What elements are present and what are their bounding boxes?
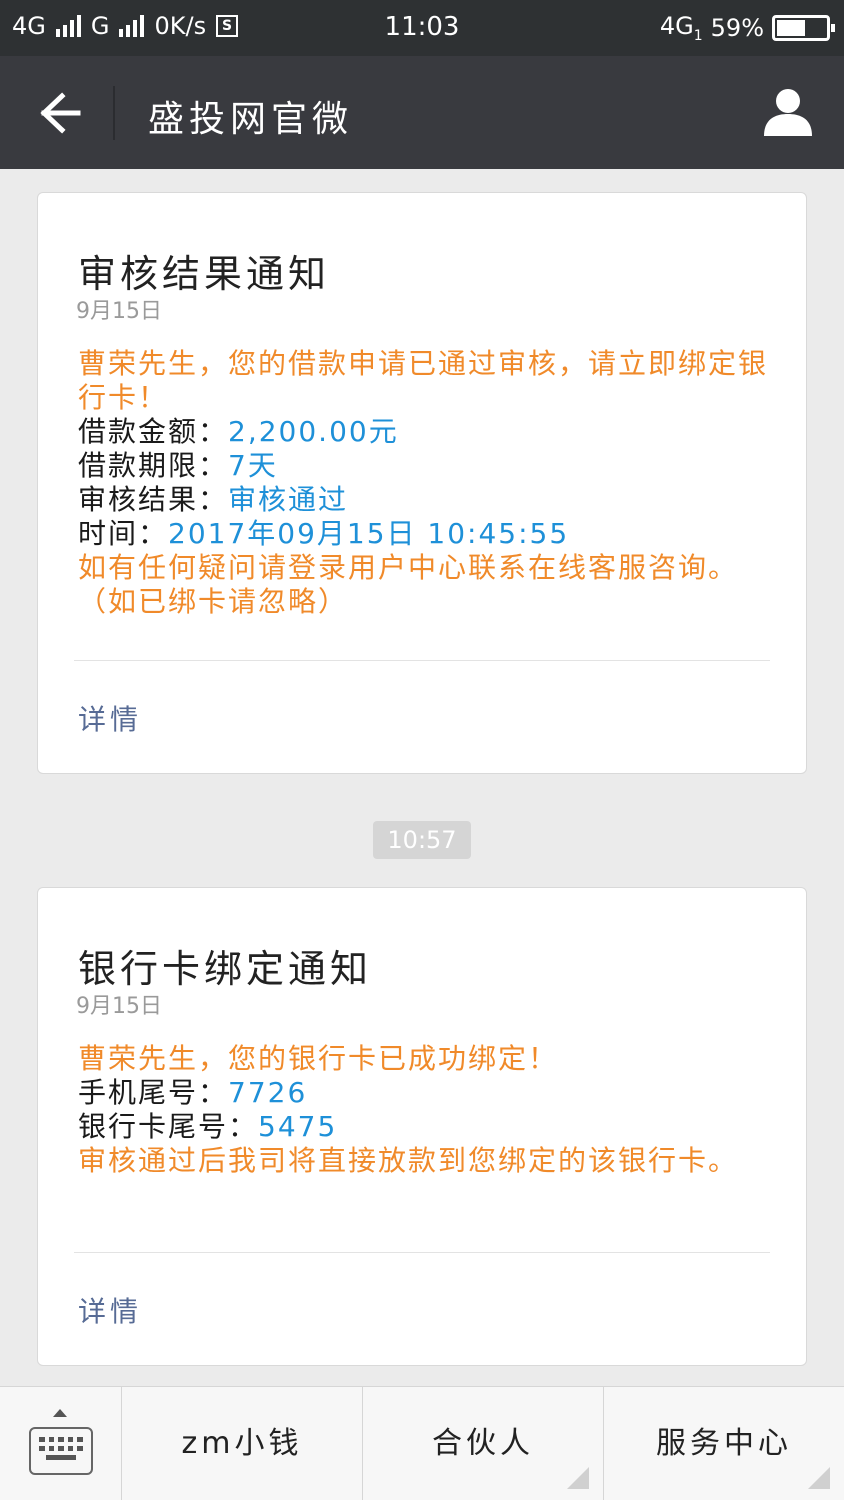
back-button[interactable] (26, 84, 90, 142)
keyboard-icon (29, 1427, 93, 1475)
menu-item-partner[interactable]: 合伙人 (362, 1387, 603, 1500)
field-label: 银行卡尾号： (78, 1110, 259, 1143)
profile-button[interactable] (762, 86, 814, 138)
card-body: 曹荣先生，您的银行卡已成功绑定！ 手机尾号：7726 银行卡尾号：5475 审核… (78, 1042, 770, 1178)
card-title: 银行卡绑定通知 (78, 947, 373, 991)
card-separator (74, 660, 770, 661)
field-row: 审核结果：审核通过 (78, 483, 770, 517)
field-label: 借款金额： (78, 415, 229, 448)
field-value: 7天 (228, 449, 278, 482)
field-row: 手机尾号：7726 (78, 1076, 770, 1110)
arrow-left-icon (40, 92, 81, 134)
field-label: 手机尾号： (78, 1076, 229, 1109)
field-value: 审核通过 (228, 483, 349, 516)
card-separator (74, 1252, 770, 1253)
detail-link[interactable]: 详情 (78, 1290, 142, 1330)
title-divider (113, 86, 115, 140)
field-value: 7726 (228, 1076, 308, 1109)
battery-icon (772, 14, 835, 41)
field-row: 银行卡尾号：5475 (78, 1110, 770, 1144)
menu-item-label: 服务中心 (656, 1426, 792, 1461)
field-row: 时间：2017年09月15日 10:45:55 (78, 517, 770, 551)
sim-index: 1 (693, 27, 703, 44)
field-label: 时间： (78, 517, 169, 550)
field-row: 借款期限：7天 (78, 449, 770, 483)
card-remark: 如有任何疑问请登录用户中心联系在线客服咨询。（如已绑卡请忽略） (78, 551, 739, 618)
field-value: 2017年09月15日 10:45:55 (168, 517, 570, 550)
detail-link[interactable]: 详情 (78, 698, 142, 738)
card-date: 9月15日 (76, 299, 162, 324)
person-icon (764, 89, 812, 136)
field-value: 5475 (258, 1110, 338, 1143)
field-label: 审核结果： (78, 483, 229, 516)
keyboard-toggle-button[interactable] (0, 1387, 121, 1500)
status-right: 4G1 59% (659, 12, 835, 44)
network-type-3: 4G1 (659, 12, 703, 44)
submenu-corner-icon (567, 1467, 589, 1489)
bottom-menu: zm小钱 合伙人 服务中心 (0, 1386, 844, 1500)
battery-percent: 59% (710, 13, 764, 42)
card-title: 审核结果通知 (78, 252, 331, 296)
card-remark: 审核通过后我司将直接放款到您绑定的该银行卡。 (78, 1144, 739, 1177)
field-value: 2,200.00元 (228, 415, 399, 448)
menu-item-label: zm小钱 (181, 1426, 303, 1461)
message-card-bank-bind[interactable]: 银行卡绑定通知 9月15日 曹荣先生，您的银行卡已成功绑定！ 手机尾号：7726… (37, 887, 807, 1366)
field-row: 借款金额：2,200.00元 (78, 415, 770, 449)
status-bar: 4G G 0K/s S 11:03 4G1 59% (0, 0, 844, 56)
field-label: 借款期限： (78, 449, 229, 482)
menu-item-zm[interactable]: zm小钱 (121, 1387, 362, 1500)
card-intro: 曹荣先生，您的银行卡已成功绑定！ (78, 1042, 559, 1075)
caret-up-icon (53, 1409, 67, 1417)
submenu-corner-icon (808, 1467, 830, 1489)
menu-item-label: 合伙人 (432, 1426, 534, 1461)
card-date: 9月15日 (76, 994, 162, 1019)
card-intro: 曹荣先生，您的借款申请已通过审核，请立即绑定银行卡！ (78, 347, 769, 414)
message-card-review[interactable]: 审核结果通知 9月15日 曹荣先生，您的借款申请已通过审核，请立即绑定银行卡！ … (37, 192, 807, 774)
title-bar: 盛投网官微 (0, 56, 844, 169)
time-divider: 10:57 (373, 821, 471, 859)
menu-item-service[interactable]: 服务中心 (603, 1387, 844, 1500)
card-body: 曹荣先生，您的借款申请已通过审核，请立即绑定银行卡！ 借款金额：2,200.00… (78, 347, 770, 619)
page-title: 盛投网官微 (148, 99, 354, 140)
